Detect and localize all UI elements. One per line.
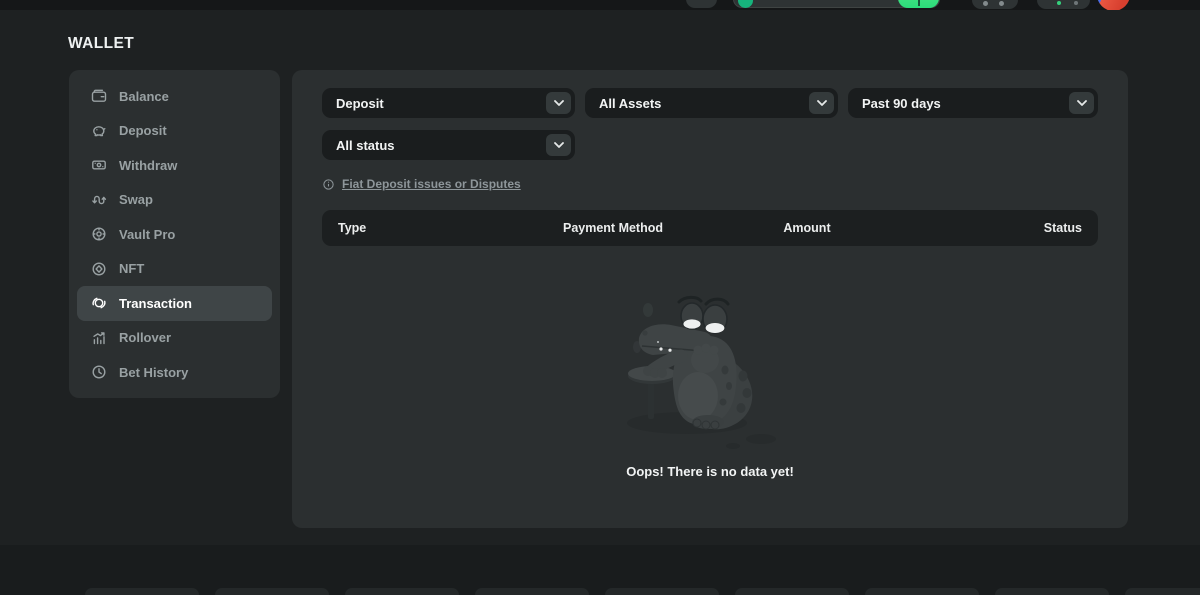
deposit-button[interactable]	[898, 0, 939, 8]
transaction-panel: Deposit All Assets Past 90 days All stat…	[292, 70, 1128, 528]
footer-logo-tile[interactable]	[995, 588, 1109, 595]
chevron-down-icon[interactable]	[546, 92, 571, 114]
page-title: WALLET	[68, 35, 134, 53]
plus-icon	[918, 0, 920, 6]
table-column-header: Type	[322, 221, 516, 235]
sidebar-item-swap[interactable]: Swap	[77, 183, 272, 218]
fiat-dispute-link-label[interactable]: Fiat Deposit issues or Disputes	[342, 177, 521, 191]
sidebar-item-label: Withdraw	[119, 158, 177, 173]
footer-logo-tile[interactable]	[1125, 588, 1200, 595]
wallet-icon	[91, 88, 107, 104]
table-column-header: Payment Method	[516, 221, 710, 235]
online-dot-icon	[1057, 1, 1061, 5]
sidebar-item-label: Rollover	[119, 330, 171, 345]
sleepy-crocodile-illustration	[615, 292, 805, 452]
table-column-header: Amount	[710, 221, 904, 235]
sidebar-item-nft[interactable]: NFT	[77, 252, 272, 287]
footer-logo-tile[interactable]	[475, 588, 589, 595]
select-value: All status	[336, 138, 395, 153]
clock-icon	[91, 364, 107, 380]
sidebar-item-deposit[interactable]: Deposit	[77, 114, 272, 149]
footer-logo-tile[interactable]	[865, 588, 979, 595]
sidebar-item-transaction[interactable]: Transaction	[77, 286, 272, 321]
chevron-down-icon[interactable]	[809, 92, 834, 114]
sidebar-item-balance[interactable]: Balance	[77, 79, 272, 114]
sidebar-item-vault-pro[interactable]: Vault Pro	[77, 217, 272, 252]
period-select[interactable]: Past 90 days	[848, 88, 1098, 118]
sidebar-item-label: Vault Pro	[119, 227, 175, 242]
footer-logo-tile[interactable]	[215, 588, 329, 595]
swap-icon	[91, 192, 107, 208]
chart-growth-icon	[91, 330, 107, 346]
transaction-type-select[interactable]: Deposit	[322, 88, 575, 118]
withdraw-icon	[91, 157, 107, 173]
dot-icon	[999, 1, 1004, 6]
asset-select[interactable]: All Assets	[585, 88, 838, 118]
footer-logo-tile[interactable]	[735, 588, 849, 595]
empty-state: Oops! There is no data yet!	[292, 292, 1128, 479]
vault-dial-icon	[91, 226, 107, 242]
select-value: Past 90 days	[862, 96, 941, 111]
fiat-dispute-link[interactable]: Fiat Deposit issues or Disputes	[322, 177, 521, 191]
sidebar-item-rollover[interactable]: Rollover	[77, 321, 272, 356]
transactions-table-header: Type Payment Method Amount Status	[322, 210, 1098, 246]
avatar[interactable]	[1097, 0, 1130, 10]
chat-button[interactable]	[1037, 0, 1090, 9]
select-value: Deposit	[336, 96, 384, 111]
table-column-header: Status	[904, 221, 1098, 235]
footer-logo-tile[interactable]	[85, 588, 199, 595]
footer	[0, 545, 1200, 595]
info-icon	[322, 178, 335, 191]
apps-button[interactable]	[972, 0, 1018, 9]
footer-logo-tile[interactable]	[345, 588, 459, 595]
sidebar-item-label: Deposit	[119, 123, 167, 138]
sidebar-item-label: Balance	[119, 89, 169, 104]
piggy-bank-icon	[91, 123, 107, 139]
select-value: All Assets	[599, 96, 661, 111]
sidebar-item-withdraw[interactable]: Withdraw	[77, 148, 272, 183]
topbar	[0, 0, 1200, 10]
sidebar-item-label: NFT	[119, 261, 144, 276]
nft-coin-icon	[91, 261, 107, 277]
sidebar-item-bet-history[interactable]: Bet History	[77, 355, 272, 390]
dot-icon	[1074, 1, 1078, 5]
dot-icon	[983, 1, 988, 6]
transaction-coin-icon	[91, 295, 107, 311]
wallet-sidebar: Balance Deposit Withdraw Swap Vault Pro …	[69, 70, 280, 398]
help-button[interactable]	[686, 0, 717, 8]
chevron-down-icon[interactable]	[546, 134, 571, 156]
status-select[interactable]: All status	[322, 130, 575, 160]
sidebar-item-label: Swap	[119, 192, 153, 207]
empty-state-message: Oops! There is no data yet!	[626, 464, 794, 479]
sidebar-item-label: Transaction	[119, 296, 192, 311]
chevron-down-icon[interactable]	[1069, 92, 1094, 114]
footer-logo-tile[interactable]	[605, 588, 719, 595]
sidebar-item-label: Bet History	[119, 365, 188, 380]
